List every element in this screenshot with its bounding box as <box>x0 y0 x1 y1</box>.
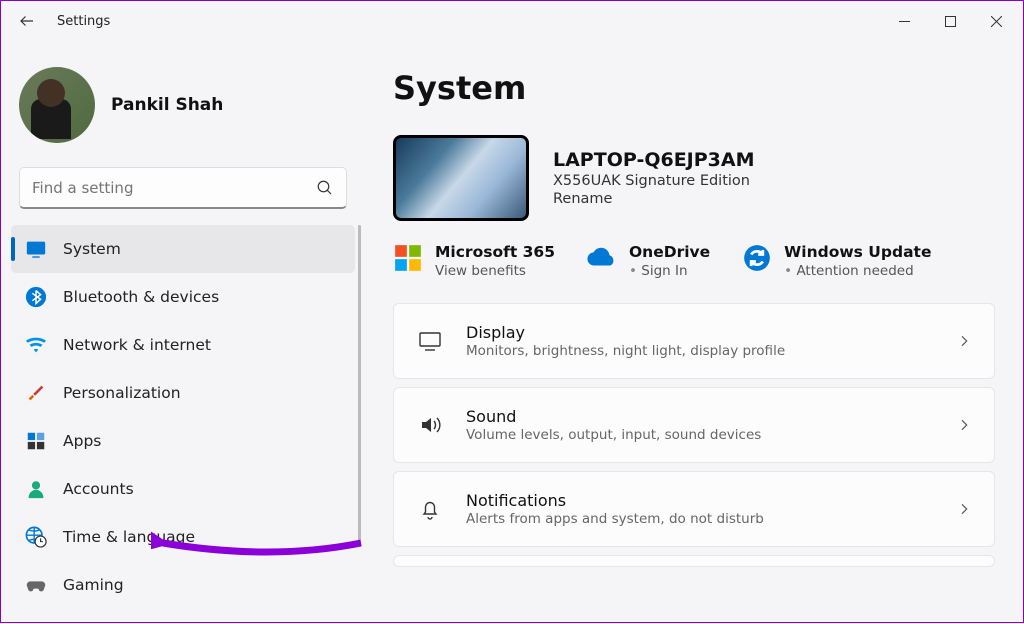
card-title: Sound <box>466 407 956 426</box>
quick-subtitle: Sign In <box>629 263 710 279</box>
chevron-right-icon <box>956 417 972 433</box>
maximize-button[interactable] <box>927 2 973 40</box>
quick-windows-update[interactable]: Windows Update Attention needed <box>742 243 931 279</box>
user-profile[interactable]: Pankil Shah <box>11 59 355 167</box>
system-icon <box>25 238 47 260</box>
card-title: Notifications <box>466 491 956 510</box>
gamepad-icon <box>25 574 47 596</box>
settings-card-list: Display Monitors, brightness, night ligh… <box>393 303 995 567</box>
main-content: System LAPTOP-Q6EJP3AM X556UAK Signature… <box>365 41 1023 624</box>
avatar <box>19 67 95 143</box>
quick-title: OneDrive <box>629 243 710 261</box>
maximize-icon <box>945 16 956 27</box>
card-display[interactable]: Display Monitors, brightness, night ligh… <box>393 303 995 379</box>
nav-label: Gaming <box>63 576 124 594</box>
nav-label: Personalization <box>63 384 181 402</box>
search-box[interactable] <box>19 167 347 209</box>
chevron-right-icon <box>956 501 972 517</box>
card-title: Display <box>466 323 956 342</box>
search-input[interactable] <box>32 179 316 197</box>
nav-item-bluetooth[interactable]: Bluetooth & devices <box>11 273 355 321</box>
arrow-left-icon <box>18 12 36 30</box>
paintbrush-icon <box>25 382 47 404</box>
device-thumbnail <box>393 135 529 221</box>
apps-icon <box>25 430 47 452</box>
nav-item-time-language[interactable]: Time & language <box>11 513 355 561</box>
person-icon <box>25 478 47 500</box>
card-notifications[interactable]: Notifications Alerts from apps and syste… <box>393 471 995 547</box>
back-button[interactable] <box>15 9 39 33</box>
device-summary: LAPTOP-Q6EJP3AM X556UAK Signature Editio… <box>393 135 995 221</box>
microsoft-icon <box>393 243 423 273</box>
card-subtitle: Monitors, brightness, night light, displ… <box>466 343 956 359</box>
scrollbar[interactable] <box>358 225 361 545</box>
quick-title: Windows Update <box>784 243 931 261</box>
device-model: X556UAK Signature Edition <box>553 173 755 189</box>
close-icon <box>991 16 1002 27</box>
card-next[interactable] <box>393 555 995 567</box>
nav-label: Accounts <box>63 480 134 498</box>
minimize-button[interactable] <box>881 2 927 40</box>
device-name: LAPTOP-Q6EJP3AM <box>553 149 755 171</box>
minimize-icon <box>899 16 910 27</box>
nav-item-gaming[interactable]: Gaming <box>11 561 355 609</box>
search-icon <box>316 179 334 197</box>
card-subtitle: Alerts from apps and system, do not dist… <box>466 511 956 527</box>
quick-onedrive[interactable]: OneDrive Sign In <box>587 243 710 279</box>
sync-icon <box>742 243 772 273</box>
nav-label: Network & internet <box>63 336 211 354</box>
quick-subtitle: Attention needed <box>784 263 931 279</box>
sound-icon <box>416 413 444 437</box>
close-button[interactable] <box>973 2 1019 40</box>
user-name: Pankil Shah <box>111 95 223 115</box>
wifi-icon <box>25 334 47 356</box>
nav-item-system[interactable]: System <box>11 225 355 273</box>
page-title: System <box>393 69 995 107</box>
quick-links-row: Microsoft 365 View benefits OneDrive Sig… <box>393 243 995 279</box>
cloud-icon <box>587 243 617 273</box>
nav-list: System Bluetooth & devices Network & int… <box>11 225 355 609</box>
nav-item-personalization[interactable]: Personalization <box>11 369 355 417</box>
nav-label: Time & language <box>63 528 195 546</box>
nav-label: Bluetooth & devices <box>63 288 219 306</box>
display-icon <box>416 329 444 353</box>
nav-item-apps[interactable]: Apps <box>11 417 355 465</box>
app-title: Settings <box>57 14 110 29</box>
card-subtitle: Volume levels, output, input, sound devi… <box>466 427 956 443</box>
card-sound[interactable]: Sound Volume levels, output, input, soun… <box>393 387 995 463</box>
nav-item-accounts[interactable]: Accounts <box>11 465 355 513</box>
chevron-right-icon <box>956 333 972 349</box>
sidebar: Pankil Shah System Bluetooth & devices N… <box>1 41 365 624</box>
nav-label: System <box>63 240 121 258</box>
title-bar: Settings <box>1 1 1023 41</box>
globe-clock-icon <box>25 526 47 548</box>
nav-item-network[interactable]: Network & internet <box>11 321 355 369</box>
bell-icon <box>416 497 444 521</box>
nav-label: Apps <box>63 432 101 450</box>
rename-link[interactable]: Rename <box>553 191 755 207</box>
quick-microsoft365[interactable]: Microsoft 365 View benefits <box>393 243 555 279</box>
quick-title: Microsoft 365 <box>435 243 555 261</box>
bluetooth-icon <box>25 286 47 308</box>
quick-subtitle: View benefits <box>435 263 555 279</box>
window-controls <box>881 2 1019 40</box>
